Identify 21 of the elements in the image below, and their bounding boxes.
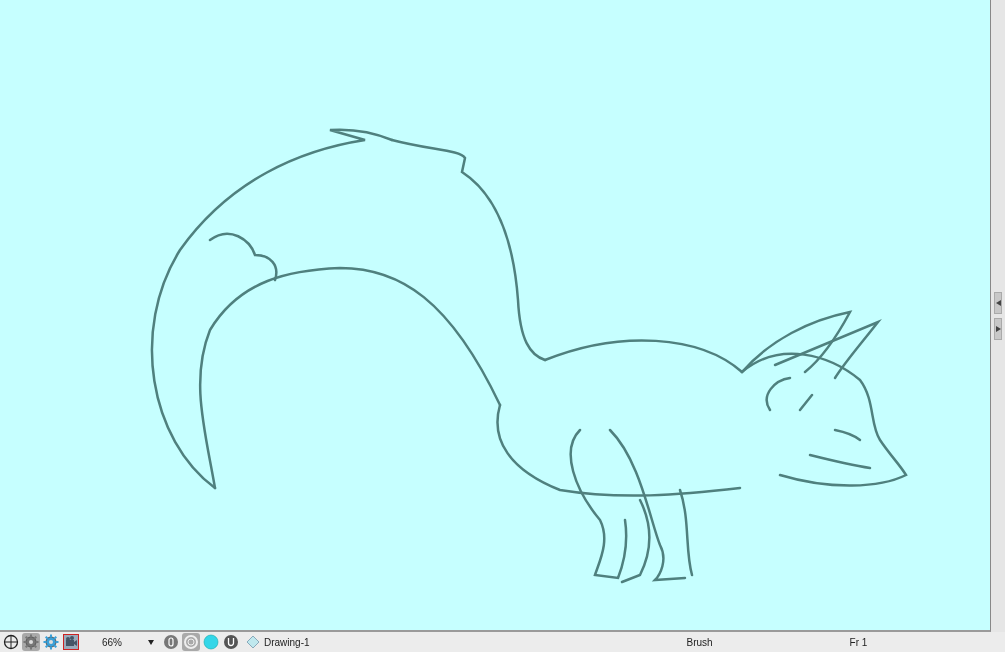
circle-icon	[203, 634, 219, 650]
gear-icon	[43, 634, 59, 650]
toolbar-button[interactable]	[62, 633, 80, 651]
toolbar-button[interactable]	[222, 633, 240, 651]
layer-name: Drawing-1	[264, 636, 310, 648]
cup-icon	[223, 634, 239, 650]
camera-icon	[63, 634, 79, 650]
layer-icon	[246, 635, 260, 649]
gear-icon	[23, 634, 39, 650]
zoom-level: 66%	[102, 636, 123, 648]
crosshair-icon	[3, 634, 19, 650]
ring-icon	[183, 634, 199, 650]
toolbar-button[interactable]	[2, 633, 20, 651]
collapse-left-button[interactable]	[994, 292, 1002, 314]
left-arrow-icon	[995, 300, 1001, 306]
frame-number: Fr 1	[849, 636, 869, 648]
current-tool: Brush	[685, 636, 714, 648]
right-arrow-icon	[995, 326, 1001, 332]
collapse-right-button[interactable]	[994, 318, 1002, 340]
pill-icon	[163, 634, 179, 650]
caret-icon[interactable]	[148, 639, 154, 645]
